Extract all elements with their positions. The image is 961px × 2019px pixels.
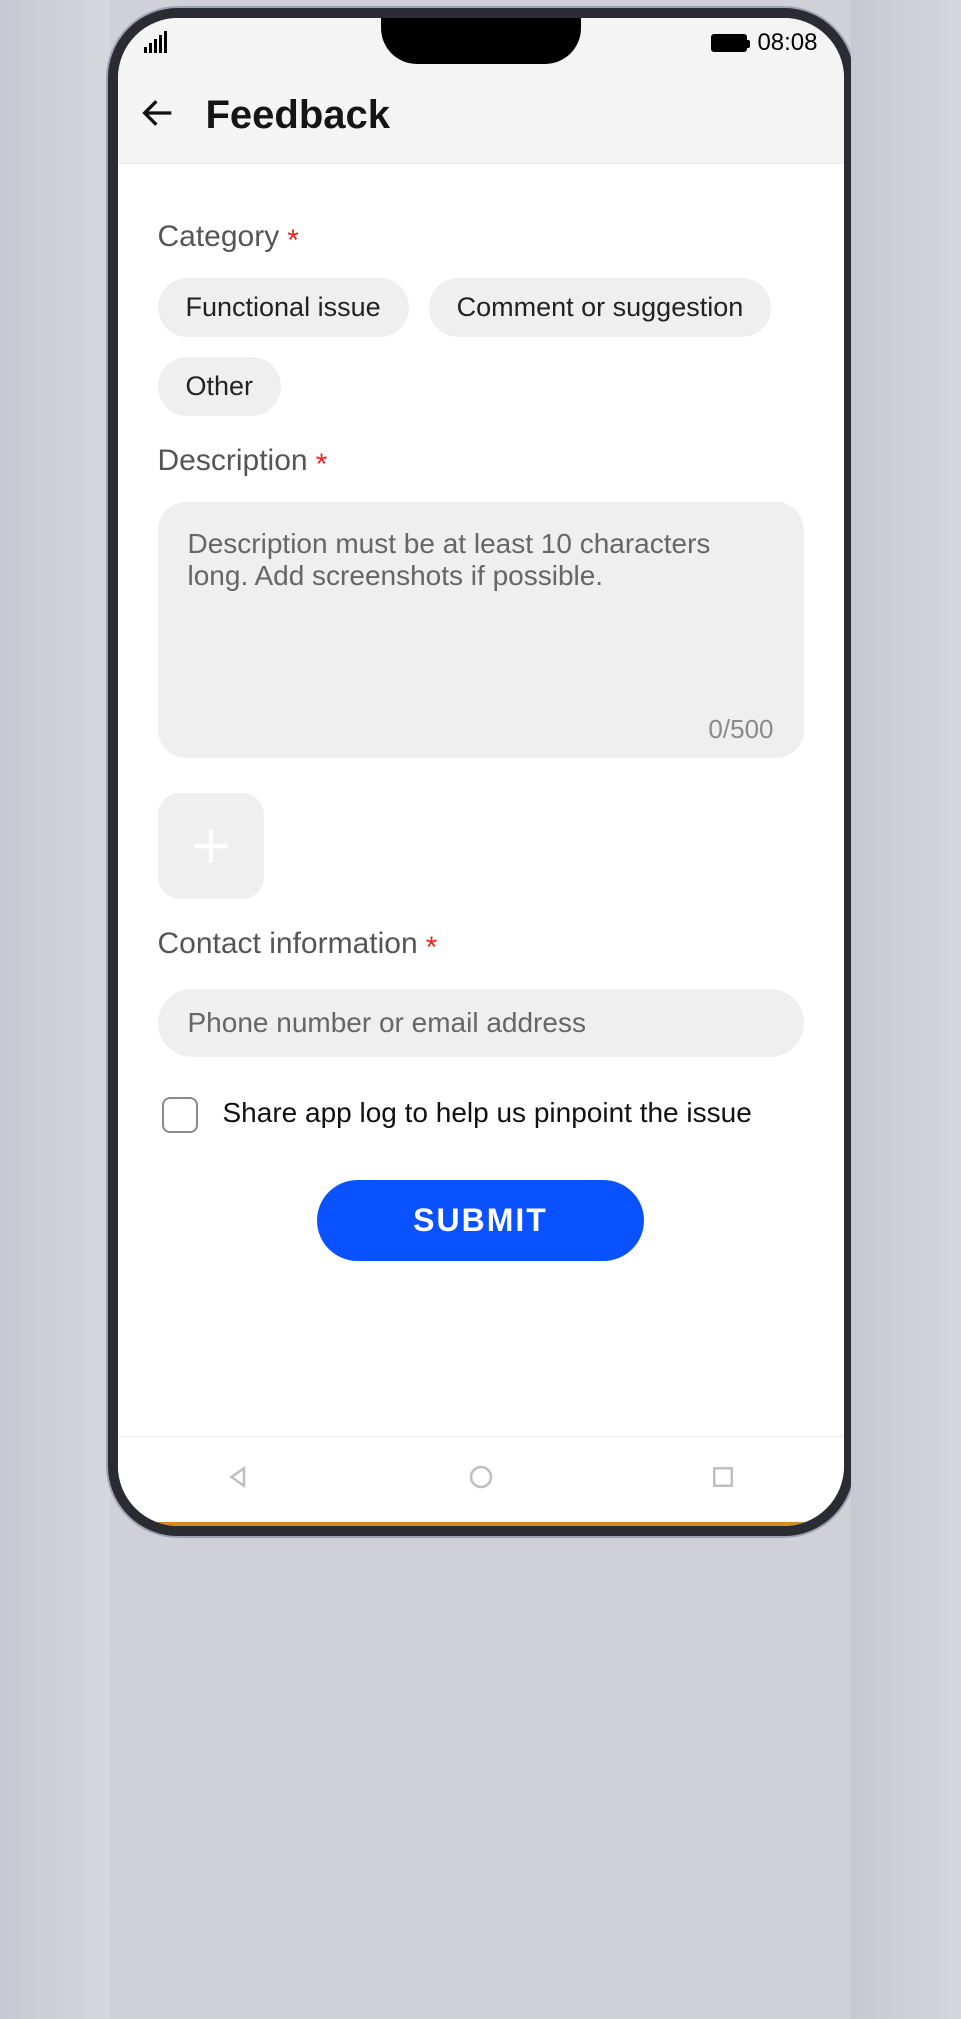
- system-nav-bar: [118, 1436, 844, 1522]
- required-mark: *: [287, 224, 299, 257]
- notch: [381, 8, 581, 64]
- required-mark: *: [426, 931, 438, 964]
- status-time: 08:08: [757, 29, 817, 57]
- category-chip-comment[interactable]: Comment or suggestion: [429, 278, 772, 337]
- nav-back-icon[interactable]: [224, 1462, 254, 1497]
- submit-button[interactable]: SUBMIT: [317, 1180, 644, 1261]
- nav-recents-icon[interactable]: [708, 1462, 738, 1497]
- signal-icon: [144, 33, 167, 53]
- description-input[interactable]: [158, 502, 804, 758]
- share-log-label: Share app log to help us pinpoint the is…: [223, 1095, 752, 1131]
- bottom-accent-line: [118, 1522, 844, 1526]
- category-label: Category*: [158, 220, 804, 254]
- back-icon[interactable]: [138, 93, 178, 138]
- battery-icon: [711, 34, 747, 52]
- plus-icon: [186, 821, 236, 871]
- contact-input[interactable]: [158, 989, 804, 1057]
- contact-label: Contact information*: [158, 927, 804, 961]
- description-label: Description*: [158, 444, 804, 478]
- share-log-checkbox[interactable]: [162, 1097, 198, 1133]
- category-chip-functional[interactable]: Functional issue: [158, 278, 409, 337]
- form-body: Category* Functional issue Comment or su…: [118, 164, 844, 1436]
- phone-frame: 08:08 Feedback Category*: [108, 8, 854, 1536]
- required-mark: *: [316, 448, 328, 481]
- description-counter: 0/500: [708, 714, 773, 745]
- category-chip-other[interactable]: Other: [158, 357, 282, 416]
- header: Feedback: [118, 68, 844, 164]
- page-title: Feedback: [206, 93, 391, 138]
- nav-home-icon[interactable]: [466, 1462, 496, 1497]
- add-attachment-button[interactable]: [158, 793, 264, 899]
- category-chip-group: Functional issue Comment or suggestion O…: [158, 278, 804, 416]
